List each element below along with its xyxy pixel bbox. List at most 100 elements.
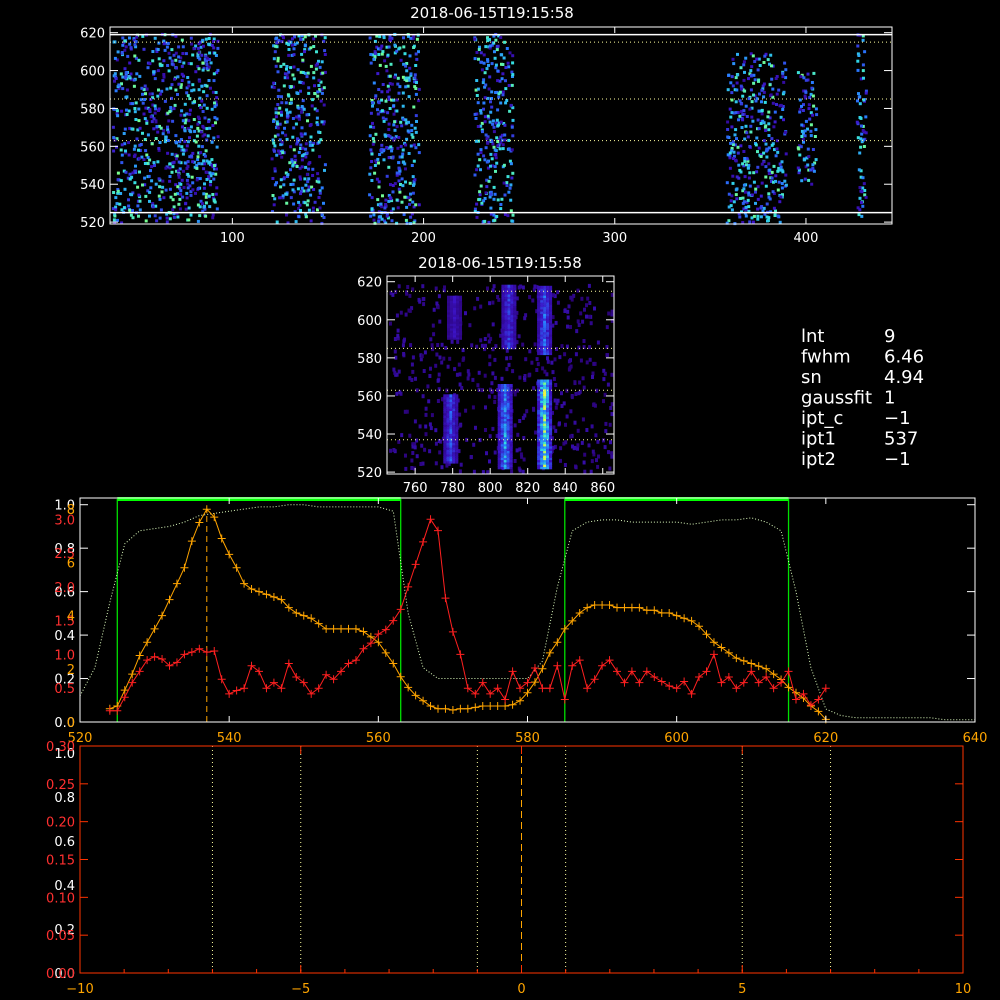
heatmap-pixel [574, 465, 578, 470]
heatmap-pixel [755, 136, 759, 140]
heatmap-pixel [282, 183, 286, 187]
heatmap-pixel [736, 52, 739, 56]
heatmap-pixel [401, 75, 405, 79]
heatmap-pixel [162, 196, 166, 200]
heatmap-pixel [860, 201, 864, 205]
heatmap-pixel [168, 166, 172, 170]
heatmap-pixel [505, 47, 509, 50]
heatmap-pixel [434, 428, 438, 433]
heatmap-pixel [476, 296, 480, 301]
heatmap-pixel [610, 451, 614, 456]
heatmap-pixel [115, 202, 119, 206]
heatmap-pixel [372, 218, 376, 222]
heatmap-pixel [554, 383, 558, 387]
heatmap-pixel [384, 64, 388, 68]
heatmap-pixel [800, 123, 804, 127]
heatmap-pixel [473, 306, 477, 311]
heatmap-pixel [858, 208, 862, 212]
heatmap-pixel [157, 109, 160, 112]
heatmap-pixel [288, 161, 292, 165]
heatmap-pixel [205, 94, 209, 98]
heatmap-pixel [143, 98, 147, 101]
heatmap-pixel [384, 203, 388, 206]
heatmap-pixel [773, 213, 777, 217]
heatmap-pixel [177, 160, 181, 164]
heatmap-pixel [323, 49, 327, 53]
y-tick-label: 580 [80, 102, 105, 117]
heatmap-pixel [735, 88, 739, 92]
heatmap-pixel [432, 307, 436, 312]
heatmap-pixel [491, 347, 495, 352]
heatmap-pixel [811, 148, 815, 151]
heatmap-pixel [478, 158, 482, 162]
heatmap-pixel [188, 136, 191, 140]
heatmap-pixel [589, 469, 593, 474]
heatmap-pixel [180, 72, 184, 76]
heatmap-pixel [581, 376, 585, 381]
heatmap-pixel [377, 161, 380, 165]
heatmap-pixel [390, 149, 394, 153]
heatmap-pixel [518, 375, 522, 380]
heatmap-pixel [383, 59, 387, 63]
heatmap-pixel [208, 126, 212, 130]
heatmap-pixel [156, 130, 160, 134]
heatmap-pixel [403, 52, 407, 56]
heatmap-pixel [374, 94, 378, 98]
heatmap-pixel [299, 143, 303, 147]
heatmap-pixel [208, 51, 212, 55]
heatmap-pixel [401, 184, 405, 188]
heatmap-pixel [304, 142, 308, 146]
heatmap-pixel [315, 116, 319, 120]
heatmap-pixel [320, 213, 324, 217]
heatmap-pixel [511, 73, 515, 77]
heatmap-pixel [760, 112, 764, 116]
heatmap-pixel [487, 220, 491, 224]
heatmap-pixel [308, 143, 312, 147]
heatmap-pixel [319, 99, 323, 103]
figure-canvas: 2018-06-15T19:15:58 100 200 300 40052054056… [0, 0, 1000, 1000]
heatmap-pixel [784, 173, 788, 177]
heatmap-pixel [783, 61, 787, 65]
heatmap-pixel [857, 54, 861, 57]
heatmap-pixel [124, 45, 128, 49]
heatmap-pixel [280, 101, 284, 105]
heatmap-pixel [153, 77, 157, 81]
heatmap-pixel [513, 284, 517, 288]
heatmap-pixel [183, 129, 187, 133]
heatmap-pixel [530, 360, 534, 365]
heatmap-pixel [502, 163, 506, 167]
heatmap-pixel [479, 338, 483, 343]
heatmap-pixel [476, 125, 480, 128]
heatmap-pixel [305, 151, 309, 155]
heatmap-pixel [201, 61, 205, 65]
heatmap-pixel [488, 354, 492, 359]
heatmap-pixel [804, 90, 808, 94]
heatmap-pixel [799, 145, 803, 149]
heatmap-pixel [211, 213, 215, 217]
heatmap-pixel [385, 69, 389, 73]
heatmap-pixel [760, 181, 764, 185]
heatmap-pixel [393, 182, 397, 186]
heatmap-pixel [408, 433, 412, 438]
heatmap-pixel [199, 151, 203, 155]
heatmap-pixel [516, 432, 520, 437]
heatmap-pixel [484, 428, 487, 432]
heatmap-pixel [192, 47, 196, 51]
heatmap-pixel [169, 86, 173, 90]
heatmap-pixel [290, 43, 294, 47]
heatmap-pixel [375, 177, 379, 181]
heatmap-pixel [436, 305, 440, 310]
heatmap-pixel [549, 285, 553, 289]
heatmap-pixel [444, 345, 448, 350]
heatmap-pixel [276, 126, 280, 130]
heatmap-pixel [496, 69, 500, 73]
heatmap-pixel [191, 188, 195, 192]
heatmap-pixel [152, 117, 156, 121]
heatmap-pixel [300, 110, 303, 114]
heatmap-pixel [424, 406, 428, 411]
heatmap-pixel [591, 371, 595, 376]
heatmap-pixel [578, 380, 582, 385]
heatmap-pixel [309, 193, 313, 197]
heatmap-pixel [408, 308, 412, 313]
heatmap-pixel [282, 62, 286, 66]
